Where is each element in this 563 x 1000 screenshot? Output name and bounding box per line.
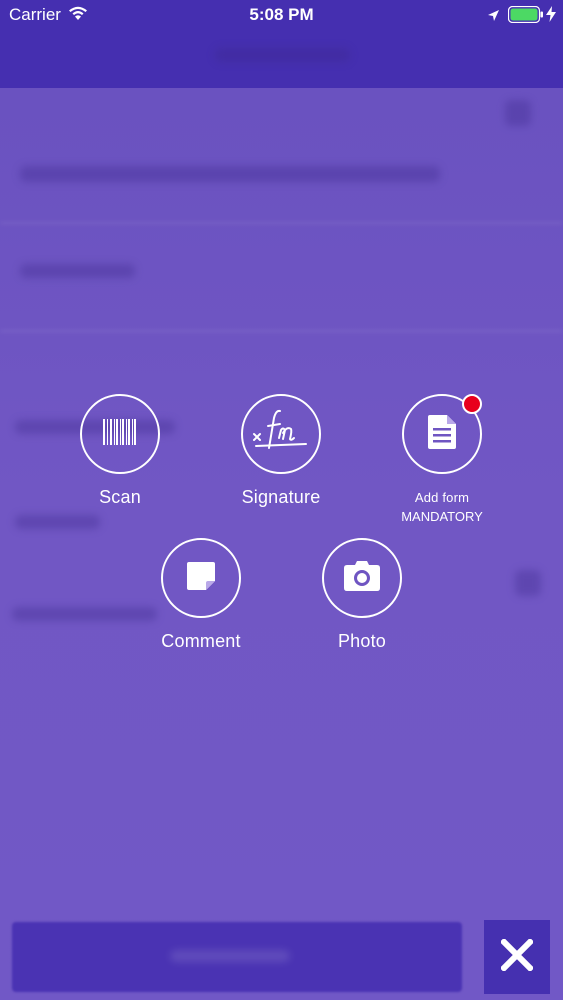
blurred-text <box>15 515 100 529</box>
add-form-label: Add form <box>414 490 470 505</box>
blurred-icon <box>515 570 541 596</box>
comment-action[interactable]: Comment <box>136 538 266 652</box>
scan-button[interactable] <box>80 394 160 474</box>
battery-icon <box>507 5 544 28</box>
signature-icon <box>252 408 310 461</box>
blurred-divider <box>0 330 563 332</box>
background-content <box>0 88 563 1000</box>
close-icon <box>499 937 535 976</box>
add-form-action[interactable]: Add form MANDATORY <box>377 394 507 526</box>
status-bar: Carrier 5:08 PM <box>0 0 563 30</box>
photo-button[interactable] <box>322 538 402 618</box>
barcode-icon <box>103 418 137 450</box>
signature-button[interactable] <box>241 394 321 474</box>
note-icon <box>187 561 215 595</box>
signature-label: Signature <box>241 487 321 507</box>
charging-bolt-icon <box>546 6 556 27</box>
mandatory-badge <box>462 394 482 414</box>
blurred-text <box>20 264 135 278</box>
location-arrow-icon <box>487 7 500 27</box>
status-time: 5:08 PM <box>249 5 314 24</box>
photo-action[interactable]: Photo <box>297 538 427 652</box>
camera-icon <box>344 560 380 596</box>
document-icon <box>428 414 456 454</box>
comment-button[interactable] <box>161 538 241 618</box>
photo-label: Photo <box>337 631 387 651</box>
add-form-button[interactable] <box>402 394 482 474</box>
background-primary-button-text <box>170 950 290 962</box>
blurred-icon <box>505 100 531 126</box>
blurred-text <box>20 166 440 182</box>
comment-label: Comment <box>161 631 241 651</box>
close-button[interactable] <box>484 920 550 994</box>
blurred-title <box>215 48 350 62</box>
add-form-mandatory-label: MANDATORY <box>401 509 483 524</box>
scan-action[interactable]: Scan <box>55 394 185 508</box>
scan-label: Scan <box>99 487 141 507</box>
blurred-divider <box>0 222 563 224</box>
signature-action[interactable]: Signature <box>216 394 346 508</box>
